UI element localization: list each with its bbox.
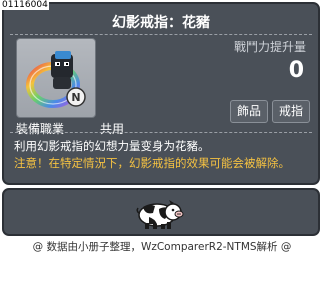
divider: [10, 132, 312, 133]
combat-power-label: 戰鬥力提升量: [233, 40, 306, 54]
item-icon-frame: N: [16, 38, 96, 118]
item-tooltip-panel: 幻影戒指：花豬 N 戰鬥力提升量 0 飾品 戒指 裝備職業 共用 利用幻影戒指的…: [2, 2, 320, 185]
item-category-tags: 飾品 戒指: [229, 100, 310, 123]
tag-accessory: 飾品: [229, 100, 268, 123]
tag-ring: 戒指: [271, 100, 310, 123]
data-credit-footer: @ 数据由小册子整理，WzComparerR2-NTMS解析 @: [32, 241, 292, 253]
equip-job-value: 共用: [100, 122, 125, 136]
svg-text:N: N: [71, 91, 80, 104]
item-name: 幻影戒指：花豬: [112, 15, 210, 31]
spotted-pig-sprite-icon: [136, 200, 184, 229]
item-description: 利用幻影戒指的幻想力量变身为花豬。: [14, 139, 210, 153]
equip-job-label: 裝備職業: [16, 122, 65, 136]
divider: [10, 34, 312, 35]
combat-power-value: 0: [288, 58, 304, 83]
item-id-label: 01116004: [1, 0, 49, 10]
transform-preview-panel: [2, 188, 320, 236]
phantom-ring-icon: N: [26, 51, 86, 108]
item-warning: 注意！在特定情況下，幻影戒指的效果可能会被解除。: [14, 156, 290, 170]
